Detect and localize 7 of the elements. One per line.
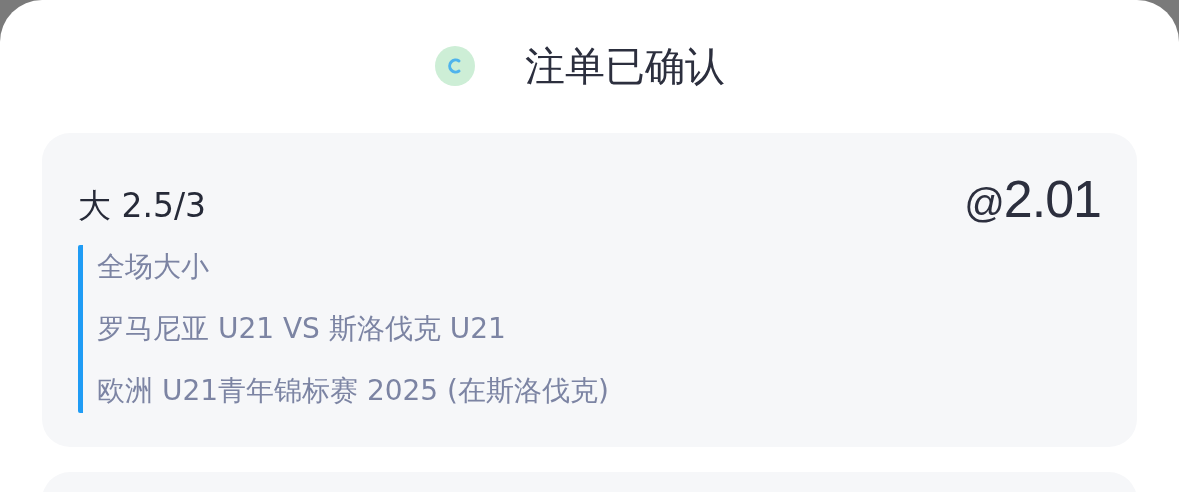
sheet-title: 注单已确认: [524, 41, 725, 91]
bet-detail: 欧洲 U21青年锦标赛 2025 (在斯洛伐克): [97, 373, 610, 409]
bet-detail: 罗马尼亚 U21 VS 斯洛伐克 U21: [97, 311, 507, 347]
odds-value: @2.01: [964, 169, 1101, 229]
bet-selection: 大 2.5/3: [78, 185, 207, 227]
loading-icon: [434, 46, 475, 86]
bet-detail: 全场大小: [97, 249, 210, 285]
